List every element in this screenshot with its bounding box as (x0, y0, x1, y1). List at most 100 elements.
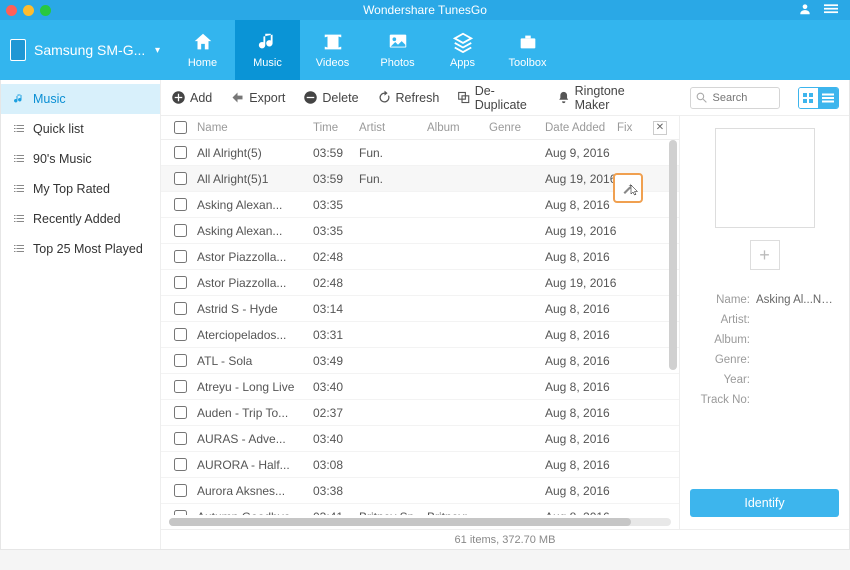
table-row[interactable]: Astrid S - Hyde03:14Aug 8, 2016 (161, 296, 679, 322)
cell-artist: Fun. (359, 146, 427, 160)
grid-icon (802, 92, 814, 104)
row-checkbox[interactable] (174, 458, 187, 471)
row-checkbox[interactable] (174, 406, 187, 419)
cell-date: Aug 19, 2016 (545, 224, 617, 238)
table-row[interactable]: Astor Piazzolla...02:48Aug 19, 2016 (161, 270, 679, 296)
sidebar-item-music[interactable]: Music (1, 84, 160, 114)
detail-artist-label: Artist: (690, 314, 750, 326)
nav-apps[interactable]: Apps (430, 20, 495, 80)
delete-button[interactable]: Delete (303, 90, 358, 105)
minus-circle-icon (303, 90, 318, 105)
cell-name: Aurora Aksnes... (195, 484, 313, 498)
row-checkbox[interactable] (174, 380, 187, 393)
table-row[interactable]: Autumn Goodbye03:41Britney Spe...Britney… (161, 504, 679, 515)
row-checkbox[interactable] (174, 510, 187, 515)
row-checkbox[interactable] (174, 484, 187, 497)
cell-date: Aug 9, 2016 (545, 146, 617, 160)
cell-date: Aug 19, 2016 (545, 172, 617, 186)
table-row[interactable]: Aterciopelados...03:31Aug 8, 2016 (161, 322, 679, 348)
table-row[interactable]: Atreyu - Long Live03:40Aug 8, 2016 (161, 374, 679, 400)
col-album[interactable]: Album (427, 122, 489, 134)
col-fix[interactable]: Fix (617, 122, 647, 134)
table-row[interactable]: Astor Piazzolla...02:48Aug 8, 2016 (161, 244, 679, 270)
table-row[interactable]: Auden - Trip To...02:37Aug 8, 2016 (161, 400, 679, 426)
nav-music[interactable]: Music (235, 20, 300, 80)
cell-time: 03:35 (313, 198, 359, 212)
cell-date: Aug 8, 2016 (545, 250, 617, 264)
cell-date: Aug 8, 2016 (545, 302, 617, 316)
scrollbar-vertical[interactable] (669, 140, 677, 370)
cell-name: Asking Alexan... (195, 198, 313, 212)
fix-button[interactable] (613, 173, 643, 203)
row-checkbox[interactable] (174, 172, 187, 185)
nav-toolbox[interactable]: Toolbox (495, 20, 560, 80)
toolbar: Add Export Delete Refresh De-Duplicate R… (161, 80, 849, 116)
table-row[interactable]: Aurora Aksnes...03:38Aug 8, 2016 (161, 478, 679, 504)
sidebar-item-quick-list[interactable]: Quick list (1, 114, 160, 144)
deduplicate-button[interactable]: De-Duplicate (457, 84, 539, 112)
add-button[interactable]: Add (171, 90, 212, 105)
device-selector[interactable]: Samsung SM-G... ▾ (0, 20, 170, 80)
col-name[interactable]: Name (195, 122, 313, 134)
list-view-button[interactable] (818, 88, 838, 108)
playlist-icon (13, 213, 25, 225)
cell-time: 03:38 (313, 484, 359, 498)
sidebar-item-my-top-rated[interactable]: My Top Rated (1, 174, 160, 204)
phone-icon (10, 39, 26, 61)
close-column-button[interactable]: ✕ (653, 121, 667, 135)
cell-time: 03:08 (313, 458, 359, 472)
grid-view-button[interactable] (799, 88, 819, 108)
nav-videos[interactable]: Videos (300, 20, 365, 80)
row-checkbox[interactable] (174, 224, 187, 237)
list-icon (822, 92, 834, 104)
home-icon (191, 31, 215, 53)
table-row[interactable]: Asking Alexan...03:35Aug 8, 2016 (161, 192, 679, 218)
cell-date: Aug 8, 2016 (545, 406, 617, 420)
row-checkbox[interactable] (174, 250, 187, 263)
table-row[interactable]: Asking Alexan...03:35Aug 19, 2016 (161, 218, 679, 244)
export-button[interactable]: Export (230, 90, 285, 105)
table-row[interactable]: AURORA - Half...03:08Aug 8, 2016 (161, 452, 679, 478)
col-time[interactable]: Time (313, 122, 359, 134)
row-checkbox[interactable] (174, 198, 187, 211)
row-checkbox[interactable] (174, 328, 187, 341)
nav-photos[interactable]: Photos (365, 20, 430, 80)
nav-home[interactable]: Home (170, 20, 235, 80)
table-row[interactable]: AURAS - Adve...03:40Aug 8, 2016 (161, 426, 679, 452)
add-art-button[interactable]: + (750, 240, 780, 270)
col-artist[interactable]: Artist (359, 122, 427, 134)
row-checkbox[interactable] (174, 354, 187, 367)
scrollbar-horizontal[interactable] (169, 517, 671, 527)
cell-name: Astor Piazzolla... (195, 276, 313, 290)
table-row[interactable]: All Alright(5)03:59Fun.Aug 9, 2016 (161, 140, 679, 166)
col-date[interactable]: Date Added (545, 122, 617, 134)
detail-name-label: Name: (690, 294, 750, 306)
refresh-icon (377, 90, 392, 105)
row-checkbox[interactable] (174, 302, 187, 315)
col-genre[interactable]: Genre (489, 122, 545, 134)
playlist-icon (13, 243, 25, 255)
sidebar-item-top-25-most-played[interactable]: Top 25 Most Played (1, 234, 160, 264)
cell-name: AURORA - Half... (195, 458, 313, 472)
refresh-button[interactable]: Refresh (377, 90, 440, 105)
sidebar-item-recently-added[interactable]: Recently Added (1, 204, 160, 234)
cell-date: Aug 19, 2016 (545, 276, 617, 290)
row-checkbox[interactable] (174, 432, 187, 445)
table-row[interactable]: All Alright(5)103:59Fun.Aug 19, 2016 (161, 166, 679, 192)
ringtone-button[interactable]: Ringtone Maker (557, 84, 653, 112)
row-checkbox[interactable] (174, 276, 187, 289)
select-all-checkbox[interactable] (174, 121, 187, 134)
cell-name: All Alright(5) (195, 146, 313, 160)
album-art-placeholder (715, 128, 815, 228)
row-checkbox[interactable] (174, 146, 187, 159)
cell-name: Atreyu - Long Live (195, 380, 313, 394)
device-name: Samsung SM-G... (34, 42, 145, 58)
plus-circle-icon (171, 90, 186, 105)
table-row[interactable]: ATL - Sola03:49Aug 8, 2016 (161, 348, 679, 374)
sidebar-item-90-s-music[interactable]: 90's Music (1, 144, 160, 174)
playlist-icon (13, 93, 25, 105)
cell-time: 02:48 (313, 250, 359, 264)
identify-button[interactable]: Identify (690, 489, 839, 517)
detail-panel: + Name:Asking Al...NDIVIDED Artist: Albu… (679, 116, 849, 529)
detail-genre-label: Genre: (690, 354, 750, 366)
